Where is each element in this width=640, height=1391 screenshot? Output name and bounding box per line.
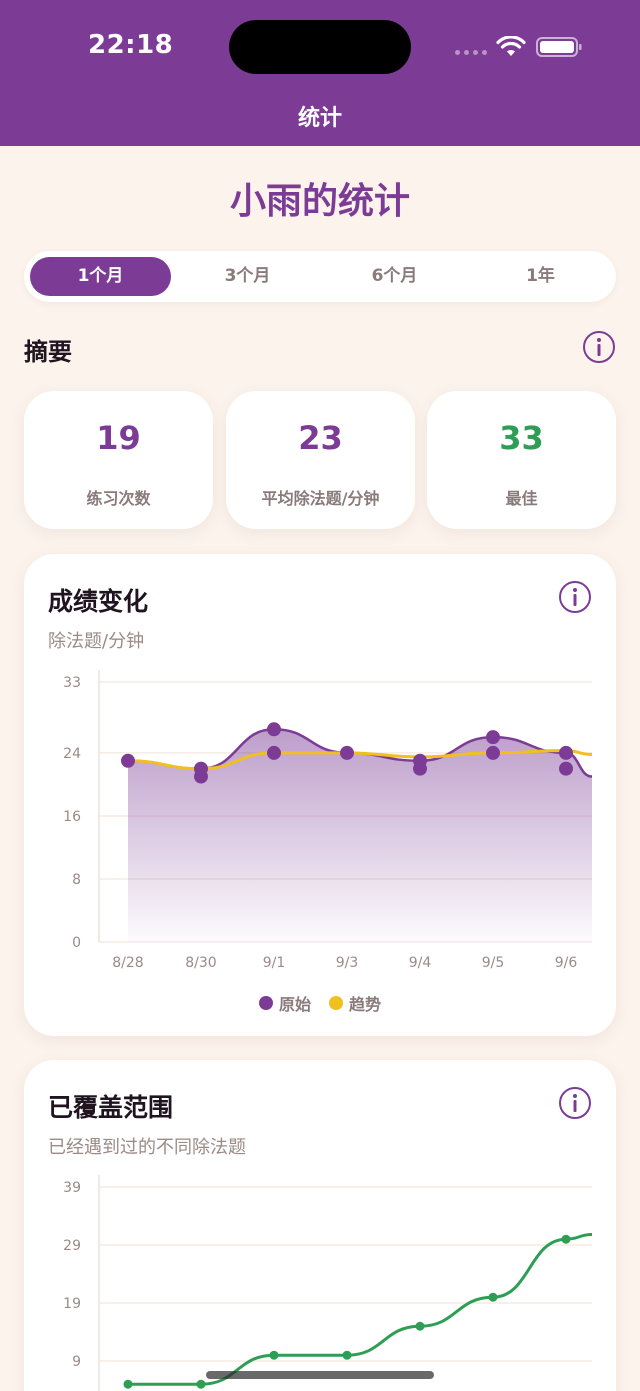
summary-title: 摘要 xyxy=(24,338,72,366)
raw-point xyxy=(340,745,354,760)
range-segmented-control: 1个月 3个月 6个月 1年 xyxy=(24,251,616,302)
raw-point xyxy=(486,745,500,760)
legend-dot-trend xyxy=(329,996,343,1010)
raw-point xyxy=(559,761,573,776)
page-title: 小雨的统计 xyxy=(229,181,410,222)
wifi-icon xyxy=(496,36,526,56)
coverage-line xyxy=(127,1233,593,1386)
summary-info-icon[interactable] xyxy=(582,330,616,364)
legend-item-trend: 趋势 xyxy=(329,991,381,1015)
stat-value: 23 xyxy=(298,419,343,457)
score-chart-legend: 原始 趋势 xyxy=(24,991,616,1015)
raw-point xyxy=(486,730,500,745)
coverage-point xyxy=(561,1234,571,1244)
x-tick-label: 9/5 xyxy=(482,955,505,971)
raw-point xyxy=(267,745,281,760)
coverage-point xyxy=(196,1379,206,1389)
legend-label-raw: 原始 xyxy=(278,995,311,1014)
score-chart-card: 成绩变化 除法题/分钟 0 8 16 24 33 8/28 8/30 9/1 9/3 9/4 9/5… xyxy=(24,554,616,1036)
coverage-point xyxy=(342,1350,352,1360)
stat-card-practice-count: 19 练习次数 xyxy=(24,391,213,529)
stat-label: 平均除法题/分钟 xyxy=(261,489,380,508)
stat-value: 19 xyxy=(96,419,141,457)
raw-point xyxy=(194,769,208,784)
raw-point xyxy=(121,753,135,768)
tab-1-month[interactable]: 1个月 xyxy=(30,257,171,296)
x-tick-label: 8/30 xyxy=(185,955,216,971)
coverage-point xyxy=(123,1379,133,1389)
y-tick-label: 29 xyxy=(63,1238,81,1254)
y-tick-label: 19 xyxy=(63,1296,81,1312)
legend-label-trend: 趋势 xyxy=(349,995,382,1014)
score-chart: 0 8 16 24 33 8/28 8/30 9/1 9/3 9/4 9/5 9/6 xyxy=(63,670,593,971)
x-tick-label: 8/28 xyxy=(112,955,143,971)
y-tick-label: 0 xyxy=(72,935,81,951)
tab-6-months[interactable]: 6个月 xyxy=(324,257,465,296)
x-tick-label: 9/4 xyxy=(409,955,432,971)
raw-point xyxy=(267,722,281,737)
stat-card-best: 33 最佳 xyxy=(427,391,616,529)
tab-1-year[interactable]: 1年 xyxy=(470,257,611,296)
home-indicator xyxy=(206,1371,434,1379)
coverage-chart: 9 19 29 39 xyxy=(63,1175,593,1391)
x-tick-label: 9/1 xyxy=(263,955,286,971)
raw-point xyxy=(413,761,427,776)
stat-label: 最佳 xyxy=(505,489,538,508)
x-tick-label: 9/3 xyxy=(336,955,359,971)
cellular-signal-icon xyxy=(455,50,487,55)
stat-card-average: 23 平均除法题/分钟 xyxy=(226,391,415,529)
y-tick-label: 8 xyxy=(72,872,81,888)
battery-icon xyxy=(536,37,582,57)
y-tick-label: 39 xyxy=(63,1180,81,1196)
y-tick-label: 33 xyxy=(63,675,81,691)
coverage-point xyxy=(488,1292,498,1302)
app-header: 22:18 统计 xyxy=(0,0,640,146)
coverage-chart-card: 已覆盖范围 已经遇到过的不同除法题 9 19 29 39 xyxy=(24,1060,616,1391)
coverage-point xyxy=(415,1321,425,1331)
y-tick-label: 9 xyxy=(72,1354,81,1370)
legend-dot-raw xyxy=(258,996,273,1010)
stat-label: 练习次数 xyxy=(86,489,151,508)
raw-point xyxy=(559,745,573,760)
status-time: 22:18 xyxy=(88,30,174,60)
nav-title: 统计 xyxy=(297,106,342,131)
dynamic-island xyxy=(229,20,411,74)
tab-3-months[interactable]: 3个月 xyxy=(177,257,318,296)
stat-value: 33 xyxy=(499,419,544,457)
coverage-point xyxy=(269,1350,279,1360)
raw-area xyxy=(128,729,592,942)
y-tick-label: 16 xyxy=(63,809,81,825)
legend-item-raw: 原始 xyxy=(258,991,311,1015)
x-tick-label: 9/6 xyxy=(555,955,578,971)
y-tick-label: 24 xyxy=(63,746,81,762)
